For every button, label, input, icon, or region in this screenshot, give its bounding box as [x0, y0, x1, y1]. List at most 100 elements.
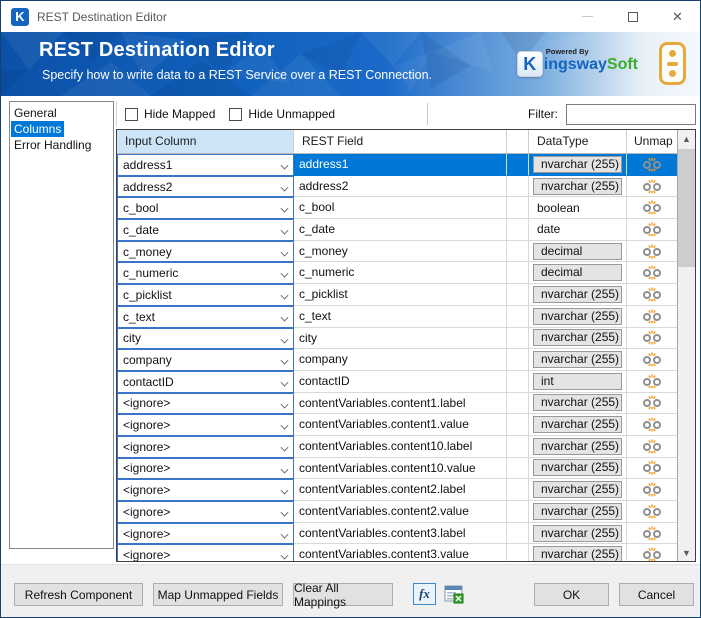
- rest-field-cell[interactable]: address2: [294, 175, 507, 198]
- rest-field-cell[interactable]: c_picklist: [294, 284, 507, 306]
- input-column-dropdown[interactable]: <ignore>: [117, 501, 294, 523]
- header-datatype[interactable]: DataType: [529, 130, 627, 153]
- datatype-value[interactable]: nvarchar (255): [533, 329, 622, 347]
- input-column-dropdown[interactable]: c_money: [117, 240, 294, 263]
- datatype-cell[interactable]: nvarchar (255): [529, 457, 627, 480]
- clear-all-mappings-button[interactable]: Clear All Mappings: [293, 581, 393, 609]
- datatype-value[interactable]: nvarchar (255): [533, 546, 622, 561]
- input-column-dropdown[interactable]: c_bool: [117, 197, 294, 220]
- close-button[interactable]: ✕: [655, 1, 700, 32]
- input-column-dropdown[interactable]: address1: [117, 154, 294, 176]
- datatype-cell[interactable]: nvarchar (255): [529, 327, 627, 350]
- refresh-component-button[interactable]: Refresh Component: [14, 583, 143, 606]
- mapping-row[interactable]: c_date c_date date: [117, 219, 677, 241]
- datatype-cell[interactable]: nvarchar (255): [529, 392, 627, 415]
- datatype-value[interactable]: nvarchar (255): [533, 459, 622, 477]
- datatype-value[interactable]: nvarchar (255): [533, 416, 622, 434]
- unmap-cell[interactable]: [627, 436, 677, 458]
- rest-field-cell[interactable]: c_bool: [294, 197, 507, 220]
- unmap-cell[interactable]: [627, 219, 677, 241]
- sidebar-item-error-handling[interactable]: Error Handling: [11, 137, 94, 153]
- datatype-cell[interactable]: nvarchar (255): [529, 479, 627, 501]
- scrollbar-thumb[interactable]: [678, 149, 695, 267]
- unmap-broken-link-icon[interactable]: [642, 179, 662, 194]
- scroll-down-arrow[interactable]: ▼: [678, 544, 695, 561]
- input-column-dropdown[interactable]: <ignore>: [117, 544, 294, 561]
- input-column-dropdown[interactable]: <ignore>: [117, 479, 294, 501]
- datatype-cell[interactable]: nvarchar (255): [529, 435, 627, 458]
- input-column-dropdown[interactable]: address2: [117, 175, 294, 198]
- unmap-broken-link-icon[interactable]: [642, 352, 662, 367]
- datatype-value[interactable]: nvarchar (255): [533, 307, 622, 325]
- input-column-dropdown[interactable]: c_text: [117, 305, 294, 328]
- datatype-value[interactable]: nvarchar (255): [533, 481, 622, 499]
- datatype-value[interactable]: decimal: [533, 242, 622, 260]
- hide-unmapped-option[interactable]: Hide Unmapped: [229, 107, 335, 121]
- rest-field-cell[interactable]: address1: [294, 154, 507, 176]
- datatype-cell[interactable]: decimal: [529, 240, 627, 263]
- datatype-value[interactable]: nvarchar (255): [533, 351, 622, 369]
- datatype-value[interactable]: nvarchar (255): [533, 394, 622, 412]
- input-column-dropdown[interactable]: <ignore>: [117, 392, 294, 415]
- mapping-row[interactable]: city city nvarchar (255): [117, 327, 677, 350]
- maximize-button[interactable]: [610, 1, 655, 32]
- unmap-broken-link-icon[interactable]: [642, 265, 662, 280]
- unmap-broken-link-icon[interactable]: [642, 374, 662, 389]
- mapping-row[interactable]: <ignore> contentVariables.content3.label…: [117, 522, 677, 545]
- hide-mapped-option[interactable]: Hide Mapped: [125, 107, 215, 121]
- mapping-row[interactable]: <ignore> contentVariables.content2.value…: [117, 501, 677, 523]
- unmap-broken-link-icon[interactable]: [642, 309, 662, 324]
- unmap-cell[interactable]: [627, 371, 677, 393]
- unmap-broken-link-icon[interactable]: [642, 417, 662, 432]
- expression-fx-button[interactable]: fx: [413, 583, 436, 605]
- vertical-scrollbar[interactable]: ▲ ▼: [677, 130, 695, 561]
- input-column-dropdown[interactable]: <ignore>: [117, 435, 294, 458]
- rest-field-cell[interactable]: contentVariables.content2.label: [294, 479, 507, 501]
- unmap-broken-link-icon[interactable]: [642, 157, 662, 172]
- input-column-dropdown[interactable]: company: [117, 349, 294, 371]
- unmap-broken-link-icon[interactable]: [642, 504, 662, 519]
- unmap-cell[interactable]: [627, 197, 677, 220]
- datatype-value[interactable]: nvarchar (255): [533, 155, 622, 173]
- mapping-row[interactable]: company company nvarchar (255): [117, 349, 677, 371]
- input-column-dropdown[interactable]: <ignore>: [117, 457, 294, 480]
- rest-field-cell[interactable]: contentVariables.content1.value: [294, 414, 507, 436]
- unmap-broken-link-icon[interactable]: [642, 460, 662, 475]
- unmap-cell[interactable]: [627, 349, 677, 371]
- datatype-cell[interactable]: nvarchar (255): [529, 349, 627, 371]
- mapping-row[interactable]: <ignore> contentVariables.content1.value…: [117, 414, 677, 436]
- unmap-cell[interactable]: [627, 479, 677, 501]
- rest-field-cell[interactable]: company: [294, 349, 507, 371]
- unmap-broken-link-icon[interactable]: [642, 439, 662, 454]
- rest-field-cell[interactable]: c_date: [294, 219, 507, 241]
- input-column-dropdown[interactable]: c_date: [117, 219, 294, 241]
- unmap-cell[interactable]: [627, 414, 677, 436]
- datatype-cell[interactable]: nvarchar (255): [529, 522, 627, 545]
- input-column-dropdown[interactable]: city: [117, 327, 294, 350]
- hide-mapped-checkbox[interactable]: [125, 107, 138, 121]
- mapping-row[interactable]: <ignore> contentVariables.content3.value…: [117, 544, 677, 561]
- datatype-cell[interactable]: nvarchar (255): [529, 544, 627, 561]
- mapping-row[interactable]: c_bool c_bool boolean: [117, 197, 677, 220]
- header-input-column[interactable]: Input Column: [117, 130, 294, 153]
- rest-field-cell[interactable]: contentVariables.content2.value: [294, 501, 507, 523]
- sidebar-item-general[interactable]: General: [11, 105, 60, 121]
- unmap-cell[interactable]: [627, 176, 677, 198]
- input-column-dropdown[interactable]: c_picklist: [117, 284, 294, 306]
- input-column-dropdown[interactable]: contactID: [117, 370, 294, 393]
- unmap-broken-link-icon[interactable]: [642, 200, 662, 215]
- unmap-broken-link-icon[interactable]: [642, 222, 662, 237]
- rest-field-cell[interactable]: c_text: [294, 305, 507, 328]
- unmap-broken-link-icon[interactable]: [642, 395, 662, 410]
- datatype-value[interactable]: nvarchar (255): [533, 177, 622, 195]
- unmap-broken-link-icon[interactable]: [642, 330, 662, 345]
- datatype-cell[interactable]: nvarchar (255): [529, 414, 627, 436]
- unmap-cell[interactable]: [627, 262, 677, 285]
- filter-input[interactable]: [566, 103, 696, 125]
- sidebar-item-columns[interactable]: Columns: [11, 121, 65, 137]
- mapping-row[interactable]: c_money c_money decimal: [117, 240, 677, 263]
- datatype-cell[interactable]: nvarchar (255): [529, 284, 627, 306]
- rest-field-cell[interactable]: contentVariables.content10.value: [294, 457, 507, 480]
- datatype-cell[interactable]: nvarchar (255): [529, 305, 627, 328]
- datatype-cell[interactable]: nvarchar (255): [529, 501, 627, 523]
